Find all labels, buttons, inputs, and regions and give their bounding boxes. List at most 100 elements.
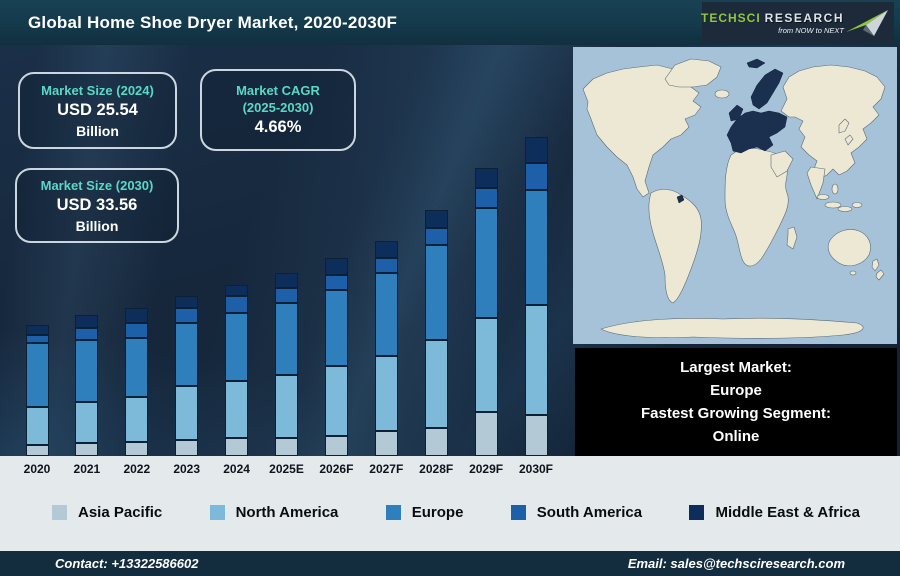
footer-contact: Contact: +13322586602 <box>55 556 199 571</box>
bar-2028f <box>424 210 448 456</box>
bar-segment-europe <box>424 245 448 340</box>
legend-swatch-north-america <box>209 504 225 520</box>
logo-arrow-icon <box>846 9 888 36</box>
map-philippines <box>831 183 839 195</box>
page-title: Global Home Shoe Dryer Market, 2020-2030… <box>28 12 398 32</box>
bar-2029f <box>474 168 498 456</box>
bar-segment-south-america <box>524 163 548 190</box>
bar-segment-europe <box>275 303 298 375</box>
bar-segment-south-america <box>125 323 149 338</box>
bar-segment-middle-east-africa <box>474 168 498 188</box>
bar-segment-north-america <box>275 375 298 438</box>
map-island <box>851 202 863 208</box>
x-axis-label-2022: 2022 <box>123 462 151 476</box>
bar-segment-asia-pacific <box>275 438 298 456</box>
bar-2022 <box>125 308 149 456</box>
bar-2030f <box>524 137 548 456</box>
bar-2020 <box>25 325 49 456</box>
bar-segment-middle-east-africa <box>25 325 49 335</box>
bar-segment-south-america <box>324 275 348 290</box>
bar-2025e <box>275 273 298 456</box>
legend-swatch-middle-east-africa <box>689 504 705 520</box>
bar-segment-asia-pacific <box>374 431 398 456</box>
bar-segment-north-america <box>125 397 149 442</box>
bar-segment-europe <box>324 290 348 366</box>
bar-segment-middle-east-africa <box>324 258 348 275</box>
bar-segment-middle-east-africa <box>275 273 298 288</box>
bar-segment-europe <box>25 343 49 407</box>
bar-segment-middle-east-africa <box>175 296 199 308</box>
map-sumatra <box>816 194 830 200</box>
callout-fastest-segment-value: Online <box>712 428 760 445</box>
logo-text: TechSci Research from NOW to NEXT <box>701 11 844 35</box>
map-tasmania <box>849 270 857 276</box>
footer-email: Email: sales@techsciresearch.com <box>627 556 845 571</box>
bar-segment-middle-east-africa <box>524 137 548 163</box>
logo-brand-research: Research <box>764 10 844 25</box>
bar-segment-asia-pacific <box>25 445 49 456</box>
bar-segment-europe <box>474 208 498 318</box>
market-callout-box: Largest Market: Europe Fastest Growing S… <box>575 348 897 456</box>
infographic-page: Global Home Shoe Dryer Market, 2020-2030… <box>0 0 900 576</box>
bar-segment-asia-pacific <box>424 428 448 456</box>
legend-item-europe: Europe <box>385 503 464 521</box>
x-axis-label-2028f: 2028F <box>419 462 454 476</box>
footer-bar: Contact: +13322586602 Email: sales@techs… <box>0 551 900 576</box>
legend-label: Europe <box>411 503 464 521</box>
bar-segment-middle-east-africa <box>374 241 398 258</box>
logo-brand-line: TechSci Research <box>701 11 844 25</box>
bar-segment-europe <box>175 323 199 386</box>
legend-label: South America <box>536 503 643 521</box>
bar-segment-north-america <box>424 340 448 428</box>
legend: Asia Pacific North America Europe South Ame… <box>0 497 900 527</box>
bar-segment-middle-east-africa <box>225 285 249 296</box>
x-axis-label-2026f: 2026F <box>319 462 354 476</box>
world-map-panel <box>573 47 897 344</box>
bar-2027f <box>374 241 398 456</box>
callout-fastest-segment-label: Fastest Growing Segment: <box>640 405 832 422</box>
bar-segment-asia-pacific <box>75 443 99 456</box>
bar-segment-europe <box>524 190 548 305</box>
bar-segment-north-america <box>175 386 199 440</box>
x-axis-label-2020: 2020 <box>23 462 51 476</box>
map-antarctica <box>600 317 864 339</box>
bar-segment-middle-east-africa <box>125 308 149 323</box>
bar-segment-asia-pacific <box>324 436 348 456</box>
legend-swatch-asia-pacific <box>52 504 67 520</box>
map-new-guinea <box>837 206 853 212</box>
bar-segment-north-america <box>374 356 398 431</box>
x-axis-label-2025e: 2025E <box>269 462 304 476</box>
legend-swatch-south-america <box>510 504 526 520</box>
legend-item-north-america: North America <box>209 503 339 521</box>
bar-segment-north-america <box>225 381 249 438</box>
bar-segment-north-america <box>524 305 548 415</box>
bar-segment-north-america <box>25 407 49 445</box>
callout-largest-market-label: Largest Market: <box>680 359 792 376</box>
bar-segment-europe <box>75 340 99 402</box>
x-axis-label-2027f: 2027F <box>369 462 404 476</box>
bar-segment-asia-pacific <box>125 442 149 456</box>
bar-segment-north-america <box>474 318 498 412</box>
title-bar: Global Home Shoe Dryer Market, 2020-2030… <box>0 0 900 45</box>
map-borneo <box>824 201 842 209</box>
bar-2021 <box>75 315 99 456</box>
legend-item-asia-pacific: Asia Pacific <box>52 504 162 521</box>
bar-2026f <box>324 258 348 456</box>
x-axis-label-2029f: 2029F <box>469 462 504 476</box>
bar-segment-south-america <box>474 188 498 208</box>
bar-2024 <box>225 285 249 456</box>
bar-chart <box>0 45 575 456</box>
bar-segment-europe <box>125 338 149 397</box>
bar-segment-europe <box>225 313 249 381</box>
legend-label: Asia Pacific <box>78 503 163 521</box>
bar-segment-south-america <box>225 296 249 313</box>
legend-item-middle-east-africa: Middle East & Africa <box>689 504 860 521</box>
legend-label: North America <box>235 503 339 521</box>
bar-segment-middle-east-africa <box>75 315 99 328</box>
x-axis-labels: 2020 2021 2022 2023 2024 2025E 2026F 2027F 2028F… <box>0 456 575 480</box>
logo-brand-techsci: TechSci <box>700 10 761 25</box>
bar-segment-asia-pacific <box>225 438 249 456</box>
bar-segment-north-america <box>75 402 99 443</box>
bar-segment-asia-pacific <box>175 440 199 456</box>
bar-segment-asia-pacific <box>474 412 498 456</box>
